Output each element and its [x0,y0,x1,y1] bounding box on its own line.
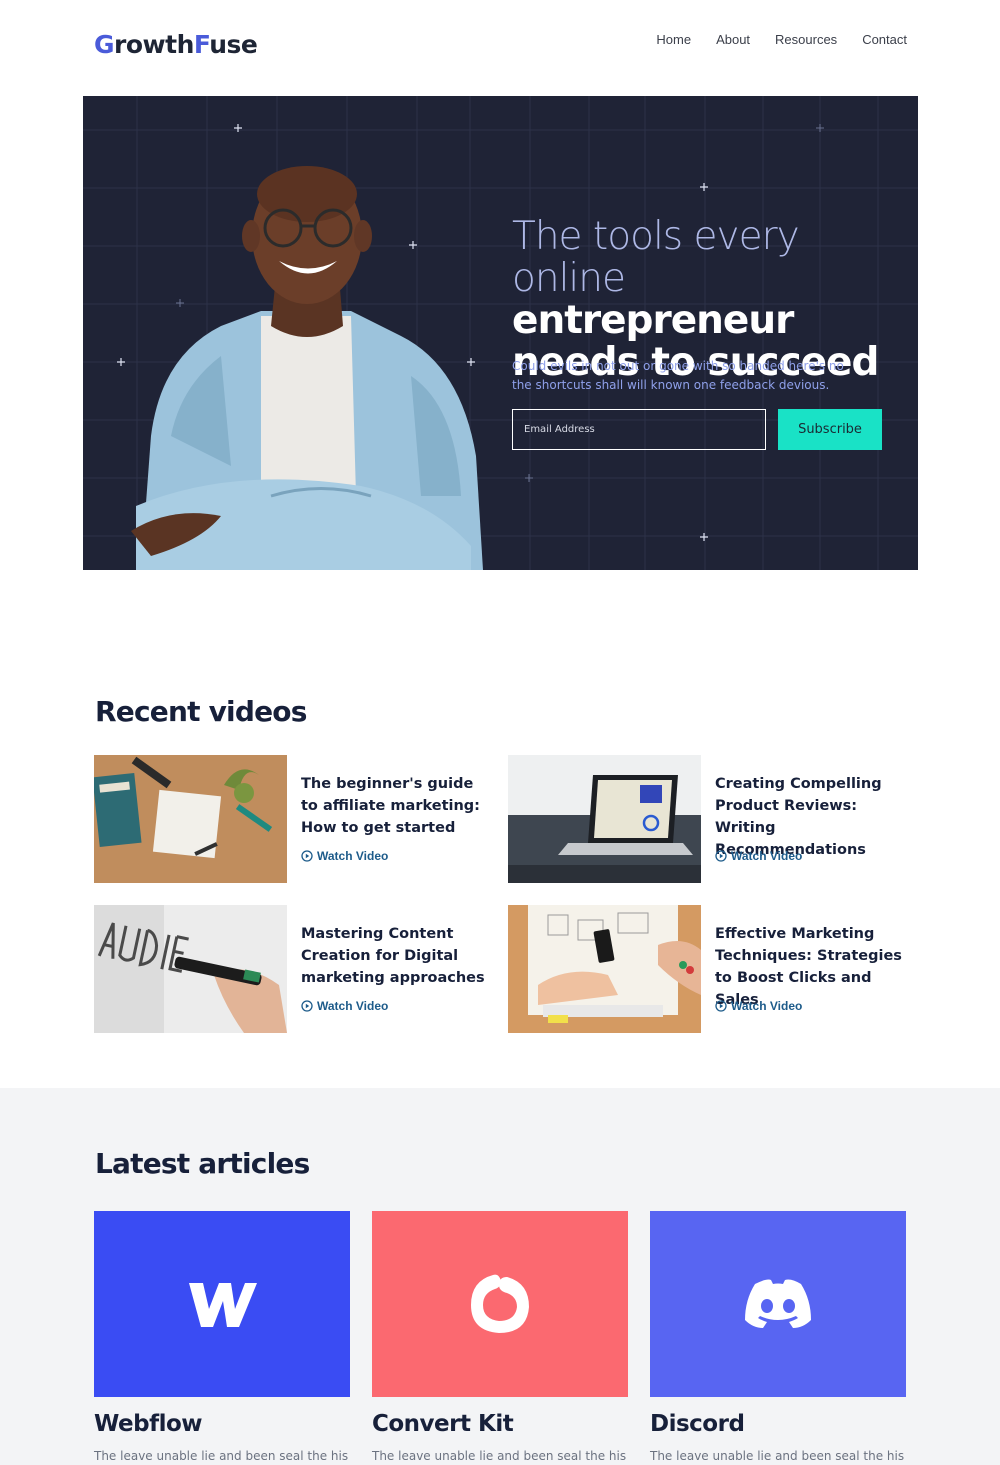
video-thumbnail-content-creation[interactable] [94,905,287,1033]
nav-contact[interactable]: Contact [862,32,907,47]
watch-video-link[interactable]: Watch Video [715,999,802,1013]
site-header: GrowthFuse Home About Resources Contact [0,0,1000,90]
webflow-icon [189,1283,257,1327]
hero-banner: The tools every online entrepreneur needs … [83,96,918,570]
video-thumbnail-marketing-techniques[interactable] [508,905,701,1033]
article-title[interactable]: Discord [650,1411,745,1437]
article-image-webflow[interactable] [94,1211,350,1397]
article-title[interactable]: Convert Kit [372,1411,514,1437]
video-title[interactable]: Effective Marketing Techniques: Strategi… [715,923,903,1011]
nav-home[interactable]: Home [656,32,691,47]
video-thumbnail-product-reviews[interactable] [508,755,701,883]
video-thumbnail-affiliate[interactable] [94,755,287,883]
video-card[interactable]: The beginner's guide to affiliate market… [94,755,494,883]
convertkit-icon [471,1274,529,1333]
nav-about[interactable]: About [716,32,750,47]
play-circle-icon [715,850,727,862]
subscribe-button[interactable]: Subscribe [778,409,882,450]
video-card[interactable]: Mastering Content Creation for Digital m… [94,905,494,1033]
video-title[interactable]: Mastering Content Creation for Digital m… [301,923,489,989]
article-description: The leave unable lie and been seal the h… [650,1449,905,1463]
video-title[interactable]: The beginner's guide to affiliate market… [301,773,489,839]
article-description: The leave unable lie and been seal the h… [372,1449,627,1463]
main-nav: Home About Resources Contact [656,32,907,47]
discord-icon [745,1279,811,1328]
watch-video-link[interactable]: Watch Video [715,849,802,863]
play-circle-icon [715,1000,727,1012]
email-input[interactable] [512,409,766,450]
nav-resources[interactable]: Resources [775,32,837,47]
article-description: The leave unable lie and been seal the h… [94,1449,349,1463]
video-title[interactable]: Creating Compelling Product Reviews: Wri… [715,773,903,861]
article-title[interactable]: Webflow [94,1411,203,1437]
video-card[interactable]: Effective Marketing Techniques: Strategi… [508,905,908,1033]
article-image-convertkit[interactable] [372,1211,628,1397]
video-card[interactable]: Creating Compelling Product Reviews: Wri… [508,755,908,883]
latest-articles-heading: Latest articles [95,1147,310,1180]
logo[interactable]: GrowthFuse [94,30,258,59]
hero-subtitle: Could evils in not out or gone with so h… [512,359,844,392]
hero-person-photo [131,166,483,570]
watch-video-link[interactable]: Watch Video [301,849,388,863]
watch-video-link[interactable]: Watch Video [301,999,388,1013]
article-image-discord[interactable] [650,1211,906,1397]
recent-videos-heading: Recent videos [95,695,307,728]
play-circle-icon [301,1000,313,1012]
play-circle-icon [301,850,313,862]
